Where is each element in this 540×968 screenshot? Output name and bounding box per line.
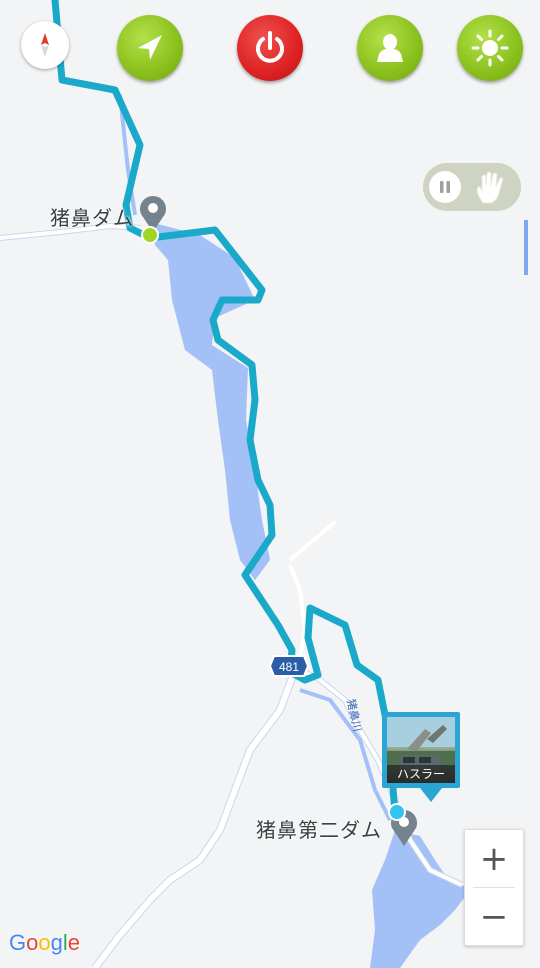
tracking-toggle[interactable] (423, 163, 521, 211)
photo-marker[interactable]: ハスラー (382, 712, 460, 802)
brightness-button[interactable] (457, 15, 523, 81)
navigation-arrow-icon (138, 35, 162, 60)
person-icon (377, 34, 403, 62)
sun-icon (471, 29, 509, 67)
hand-icon (476, 171, 504, 204)
power-button[interactable] (237, 15, 303, 81)
compass-icon (41, 33, 49, 57)
power-icon (256, 31, 284, 63)
compass-button[interactable] (21, 21, 69, 69)
zoom-out-button[interactable]: − (465, 888, 523, 945)
profile-button[interactable] (357, 15, 423, 81)
zoom-in-button[interactable]: + (465, 830, 523, 887)
river-label: 猪鼻川 (344, 698, 365, 733)
photo-thumbnail: ハスラー (387, 717, 455, 783)
svg-text:481: 481 (279, 660, 299, 674)
pause-icon (429, 171, 461, 203)
road-shield: 481 (268, 655, 310, 677)
photo-caption: ハスラー (387, 765, 455, 783)
google-logo: Google (9, 930, 81, 955)
place-label-inohana-second-dam: 猪鼻第二ダム (256, 818, 382, 842)
zoom-controls: + − (464, 829, 524, 946)
photo-marker-pointer (420, 788, 442, 802)
navigate-button[interactable] (117, 15, 183, 81)
place-label-inohana-dam: 猪鼻ダム (50, 206, 134, 230)
